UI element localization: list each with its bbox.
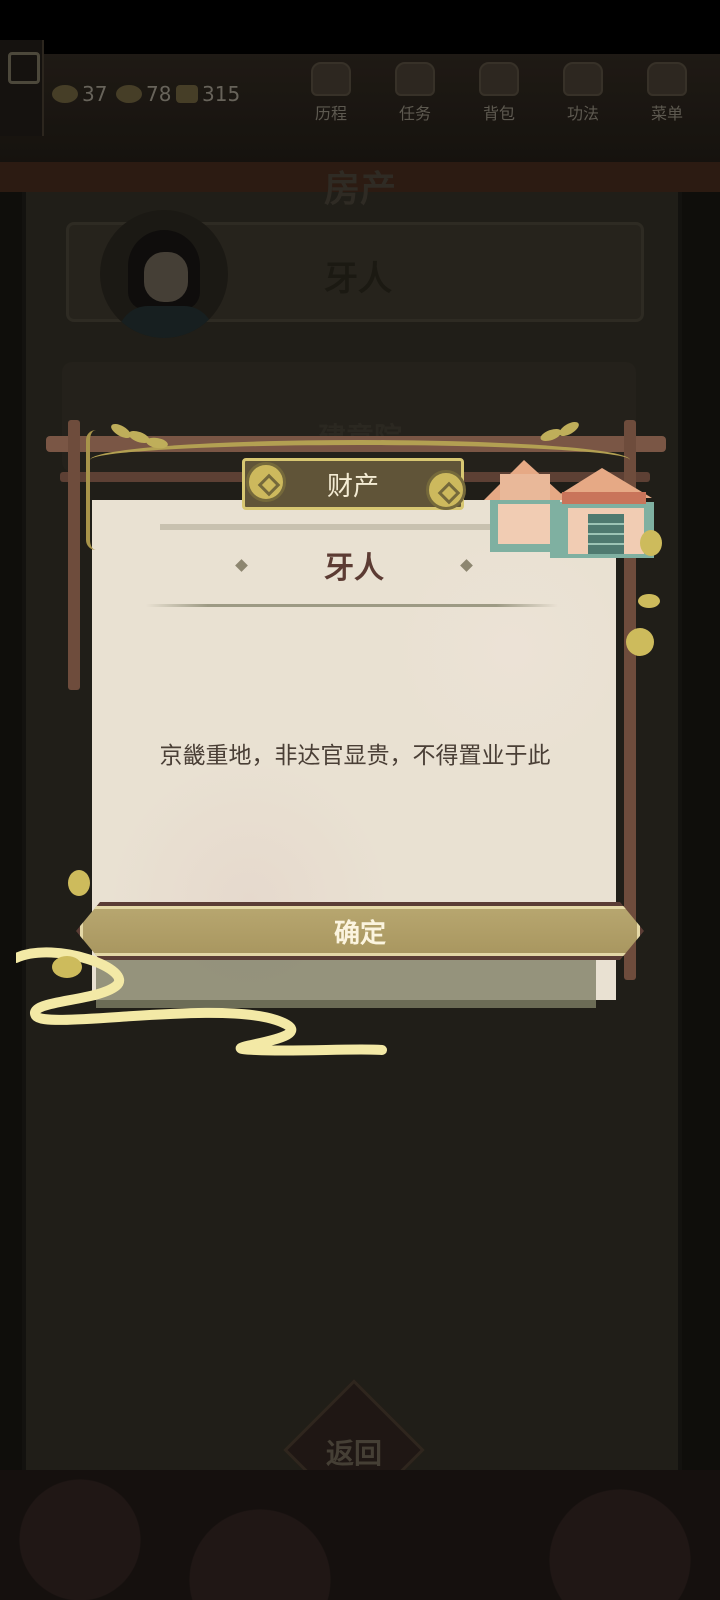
coin-icon: [640, 530, 662, 556]
coin-icon: [246, 462, 286, 502]
coin-icon: [626, 628, 654, 656]
frame-left-post: [68, 420, 80, 690]
title-divider: [146, 604, 558, 607]
coin-icon: [638, 594, 660, 608]
screen: 37 78 315 历程 任务 背包 功法 菜单 房产 牙人 返回 财产 牙人 …: [0, 0, 720, 1600]
golden-brush-stroke: [16, 947, 387, 1056]
coin-icon: [426, 470, 466, 510]
coin-icon: [52, 956, 82, 978]
paper-top-rule: [160, 524, 540, 530]
coin-icon: [68, 870, 90, 896]
dialog-message: 京畿重地，非达官显贵，不得置业于此: [159, 743, 551, 769]
diamond-ornament-icon: [460, 558, 473, 572]
vine-hanging-decoration: [86, 430, 106, 550]
dialog-title: 牙人: [324, 551, 384, 586]
dialog-header-label: 财产: [326, 471, 379, 502]
dialog-title-row: 牙人: [92, 540, 616, 590]
diamond-ornament-icon: [235, 558, 248, 572]
